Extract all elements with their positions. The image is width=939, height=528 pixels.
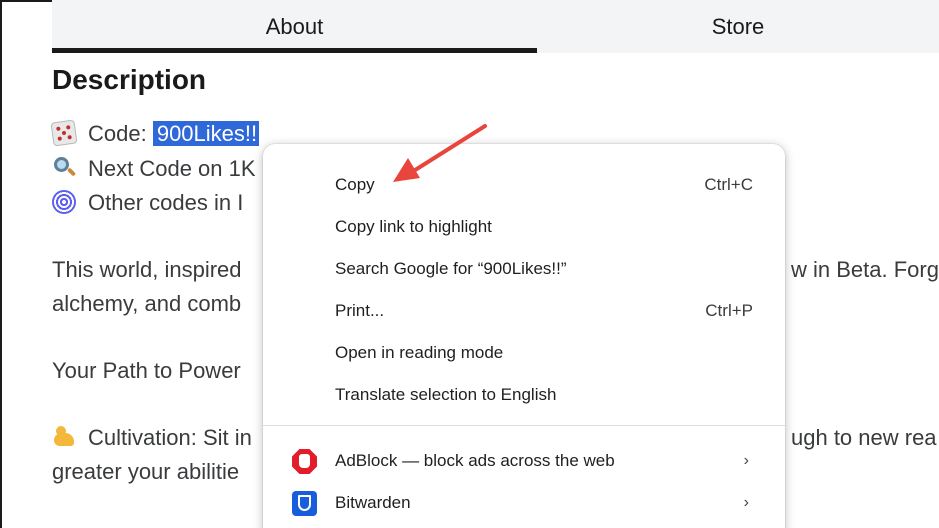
annotation-arrow-icon: [393, 124, 487, 182]
